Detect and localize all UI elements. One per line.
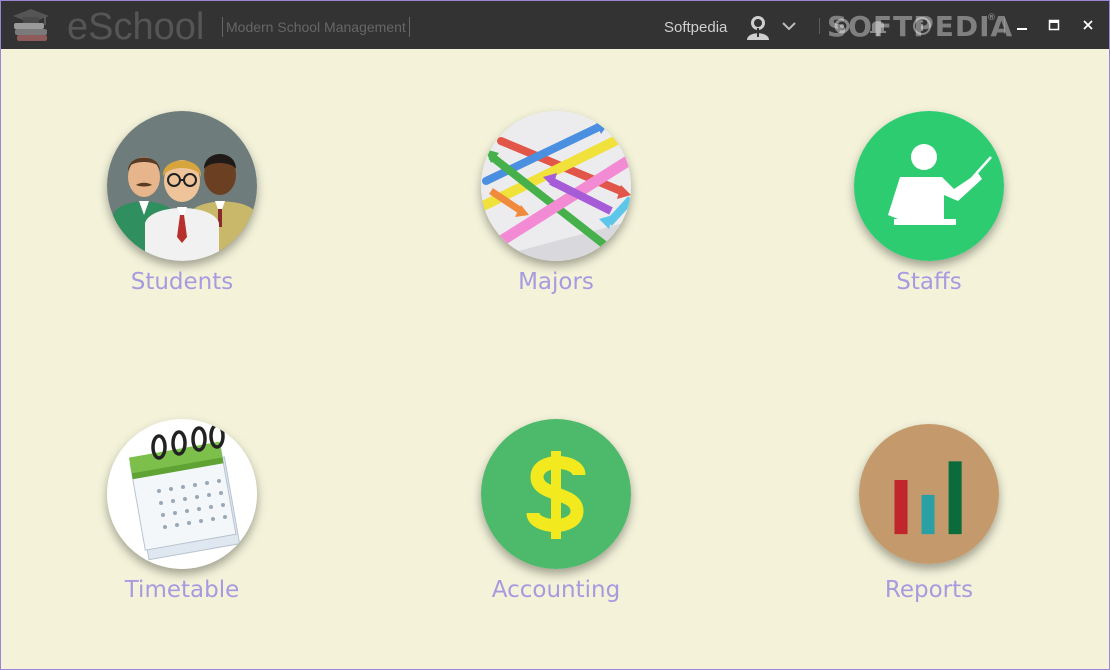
staffs-label[interactable]: Staffs	[809, 267, 1049, 297]
module-tile-students[interactable]: Students	[62, 111, 302, 331]
watermark-registered: ®	[987, 13, 996, 23]
students-label[interactable]: Students	[62, 267, 302, 297]
toolbar-separator	[819, 18, 820, 34]
module-tile-accounting[interactable]: Accounting	[436, 419, 676, 639]
staffs-icon[interactable]	[854, 111, 1004, 261]
maximize-button[interactable]	[1042, 13, 1066, 37]
user-name[interactable]: Softpedia	[664, 17, 727, 39]
notification-bell-icon[interactable]	[867, 15, 889, 37]
title-bar[interactable]: eSchool Modern School Management Softped…	[1, 1, 1109, 49]
students-icon[interactable]	[107, 111, 257, 261]
accounting-label[interactable]: Accounting	[436, 575, 676, 605]
chevron-down-icon[interactable]	[781, 20, 797, 32]
timetable-icon[interactable]	[107, 419, 257, 569]
module-tile-reports[interactable]: Reports	[809, 419, 1049, 639]
minimize-icon	[1017, 28, 1027, 30]
info-icon[interactable]	[911, 15, 933, 37]
app-title: eSchool	[67, 6, 205, 48]
timetable-label[interactable]: Timetable	[62, 575, 302, 605]
graduation-books-logo-icon	[13, 9, 49, 41]
module-tile-timetable[interactable]: Timetable	[62, 419, 302, 639]
reports-icon[interactable]	[859, 424, 999, 564]
module-tile-staffs[interactable]: Staffs	[809, 111, 1049, 331]
minimize-button[interactable]	[1010, 13, 1034, 37]
settings-icon[interactable]	[831, 15, 853, 37]
toolbar-separator	[1004, 18, 1005, 34]
maximize-icon	[1048, 19, 1060, 31]
module-tile-majors[interactable]: Majors	[436, 111, 676, 331]
app-subtitle: Modern School Management	[222, 17, 410, 37]
reports-label[interactable]: Reports	[809, 575, 1049, 605]
user-avatar-icon[interactable]	[745, 14, 771, 40]
app-window: eSchool Modern School Management Softped…	[0, 0, 1110, 670]
close-icon	[1083, 20, 1093, 30]
accounting-icon[interactable]	[481, 419, 631, 569]
close-button[interactable]	[1076, 13, 1100, 37]
majors-label[interactable]: Majors	[436, 267, 676, 297]
majors-icon[interactable]	[481, 111, 631, 261]
